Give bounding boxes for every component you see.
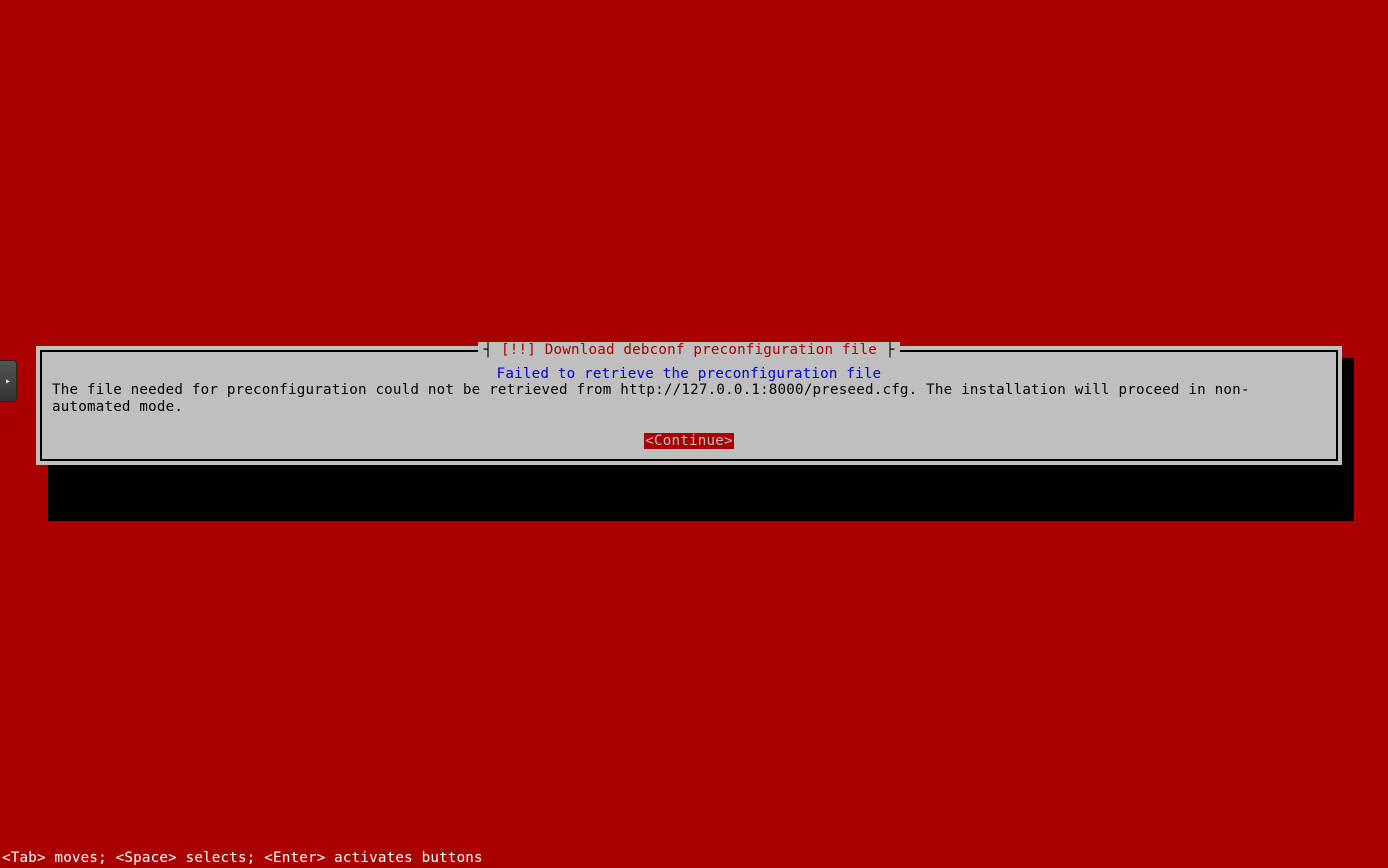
dialog: [!!] Download debconf preconfiguration f…	[36, 346, 1342, 465]
dialog-inner: [!!] Download debconf preconfiguration f…	[40, 350, 1338, 461]
dialog-body-text: The file needed for preconfiguration cou…	[52, 382, 1326, 417]
footer-hint: <Tab> moves; <Space> selects; <Enter> ac…	[0, 850, 483, 866]
continue-button[interactable]: <Continue>	[644, 433, 733, 449]
button-row: <Continue>	[52, 433, 1326, 449]
dialog-subtitle: Failed to retrieve the preconfiguration …	[52, 366, 1326, 382]
dialog-title-wrap: [!!] Download debconf preconfiguration f…	[52, 342, 1326, 358]
dialog-title: [!!] Download debconf preconfiguration f…	[478, 342, 901, 358]
chevron-right-icon: ▸	[5, 376, 11, 387]
side-expand-tab[interactable]: ▸	[0, 360, 17, 402]
